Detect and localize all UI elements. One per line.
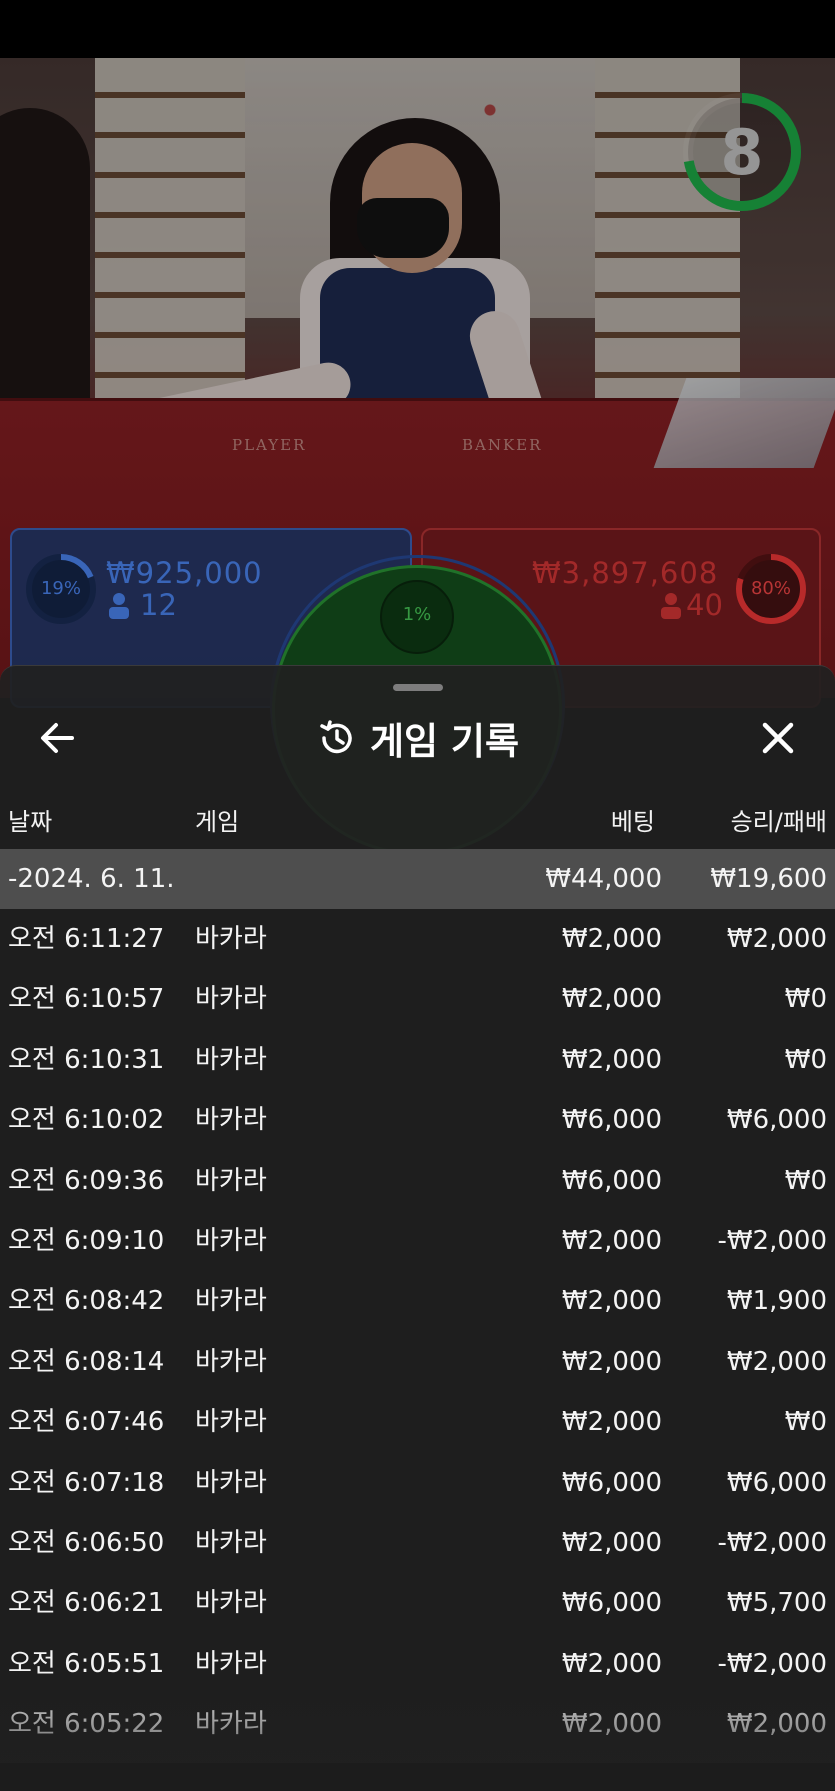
row-result: ₩2,000 — [726, 1346, 827, 1377]
row-time: 오전 6:08:42 — [8, 1286, 165, 1317]
sheet-title: 게임 기록 — [369, 720, 520, 763]
row-time: 오전 6:09:36 — [8, 1165, 165, 1196]
row-time: 오전 6:08:14 — [8, 1346, 165, 1377]
row-bet: ₩2,000 — [561, 924, 662, 954]
column-header-bet: 베팅 — [610, 808, 655, 836]
history-row[interactable]: 오전 6:08:42 바카라 ₩2,000 ₩1,900 — [0, 1271, 835, 1331]
game-history-sheet: 게임 기록 날짜 게임 베팅 승리/패배 -2024. 6. 11. ₩44,0… — [0, 665, 835, 1791]
row-bet: ₩6,000 — [561, 1467, 662, 1498]
close-icon[interactable] — [752, 712, 804, 764]
row-game: 바카라 — [195, 1346, 267, 1377]
row-bet: ₩2,000 — [561, 1346, 662, 1377]
row-bet: ₩2,000 — [561, 1226, 662, 1256]
row-bet: ₩2,000 — [561, 1286, 662, 1317]
history-icon — [320, 720, 352, 754]
history-row[interactable]: 오전 6:10:57 바카라 ₩2,000 ₩0 — [0, 969, 835, 1029]
row-time: 오전 6:06:21 — [8, 1588, 165, 1619]
history-row[interactable]: 오전 6:07:46 바카라 ₩2,000 ₩0 — [0, 1392, 835, 1452]
row-bet: ₩6,000 — [561, 1588, 662, 1619]
date-group-row[interactable]: -2024. 6. 11. ₩44,000 ₩19,600 — [0, 849, 835, 909]
history-row[interactable]: 오전 6:10:31 바카라 ₩2,000 ₩0 — [0, 1030, 835, 1090]
group-date: -2024. 6. 11. — [8, 864, 175, 894]
row-game: 바카라 — [195, 1226, 267, 1256]
row-result: ₩6,000 — [726, 1105, 827, 1136]
row-game: 바카라 — [195, 984, 267, 1015]
row-bet: ₩2,000 — [561, 1044, 662, 1075]
row-game: 바카라 — [195, 924, 267, 954]
history-row[interactable]: 오전 6:08:14 바카라 ₩2,000 ₩2,000 — [0, 1332, 835, 1392]
row-bet: ₩2,000 — [561, 1407, 662, 1438]
row-game: 바카라 — [195, 1407, 267, 1438]
group-win-loss-total: ₩19,600 — [710, 864, 827, 894]
row-game: 바카라 — [195, 1286, 267, 1317]
history-row[interactable]: 오전 6:10:02 바카라 ₩6,000 ₩6,000 — [0, 1090, 835, 1150]
row-result: ₩0 — [784, 1165, 827, 1196]
group-bet-total: ₩44,000 — [545, 864, 662, 894]
history-row[interactable]: 오전 6:09:36 바카라 ₩6,000 ₩0 — [0, 1151, 835, 1211]
row-game: 바카라 — [195, 1105, 267, 1136]
drag-handle[interactable] — [393, 684, 443, 691]
sheet-header: 게임 기록 — [0, 710, 835, 766]
history-row[interactable]: 오전 6:11:27 바카라 ₩2,000 ₩2,000 — [0, 909, 835, 969]
bottom-safe-area — [0, 1763, 835, 1791]
row-game: 바카라 — [195, 1165, 267, 1196]
row-time: 오전 6:11:27 — [8, 924, 165, 954]
row-result: -₩2,000 — [717, 1226, 827, 1256]
row-result: ₩0 — [784, 984, 827, 1015]
history-row[interactable]: 오전 6:09:10 바카라 ₩2,000 -₩2,000 — [0, 1211, 835, 1271]
row-result: ₩0 — [784, 1044, 827, 1075]
row-game: 바카라 — [195, 1044, 267, 1075]
row-bet: ₩2,000 — [561, 1528, 662, 1558]
column-header-date: 날짜 — [8, 808, 53, 836]
row-game: 바카라 — [195, 1588, 267, 1619]
row-time: 오전 6:06:50 — [8, 1528, 165, 1558]
row-bet: ₩2,000 — [561, 984, 662, 1015]
row-time: 오전 6:09:10 — [8, 1226, 165, 1256]
history-row[interactable]: 오전 6:07:18 바카라 ₩6,000 ₩6,000 — [0, 1453, 835, 1513]
row-result: ₩6,000 — [726, 1467, 827, 1498]
row-time: 오전 6:10:31 — [8, 1044, 165, 1075]
row-result: ₩0 — [784, 1407, 827, 1438]
row-result: -₩2,000 — [717, 1528, 827, 1558]
row-game: 바카라 — [195, 1528, 267, 1558]
row-time: 오전 6:07:46 — [8, 1407, 165, 1438]
history-row[interactable]: 오전 6:06:50 바카라 ₩2,000 -₩2,000 — [0, 1513, 835, 1573]
row-bet: ₩6,000 — [561, 1105, 662, 1136]
row-bet: ₩6,000 — [561, 1165, 662, 1196]
row-time: 오전 6:07:18 — [8, 1467, 165, 1498]
history-row[interactable]: 오전 6:06:21 바카라 ₩6,000 ₩5,700 — [0, 1573, 835, 1633]
row-result: ₩1,900 — [726, 1286, 827, 1317]
row-result: ₩2,000 — [726, 924, 827, 954]
row-time: 오전 6:10:57 — [8, 984, 165, 1015]
row-time: 오전 6:10:02 — [8, 1105, 165, 1136]
row-result: ₩5,700 — [726, 1588, 827, 1619]
column-header-game: 게임 — [195, 808, 240, 836]
column-header-win-loss: 승리/패배 — [730, 808, 827, 836]
row-game: 바카라 — [195, 1467, 267, 1498]
